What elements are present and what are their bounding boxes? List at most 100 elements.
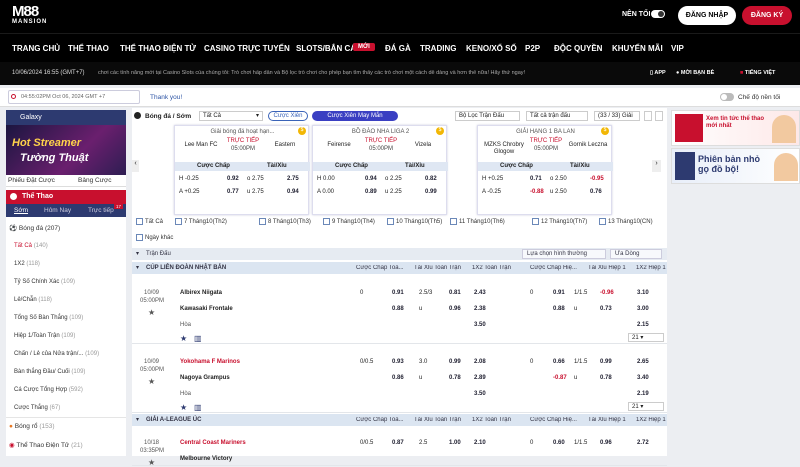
league-count-select[interactable]: (33 / 33) Giải — [594, 111, 640, 121]
nav-esports[interactable]: THỂ THAO ĐIỆN TỬ — [120, 44, 196, 53]
favorite-star-icon[interactable]: ★ — [180, 334, 187, 343]
day-filter[interactable]: 10 Tháng10(Th5) — [387, 216, 442, 227]
nav-promotions[interactable]: KHUYẾN MÃI — [612, 44, 663, 53]
market-select[interactable]: Tất Cả ▾ — [199, 111, 263, 121]
odds-value[interactable]: 0.76 — [590, 189, 602, 195]
odds-value[interactable]: 0.91 — [553, 290, 565, 296]
odds-value[interactable]: 3.40 — [637, 375, 649, 381]
odds-value[interactable]: 0.99 — [425, 189, 437, 195]
odds-value[interactable]: 2.75 — [287, 176, 299, 182]
league-header[interactable]: ▾ GIẢI A-LEAGUE ÚC Cược Chấp Toà... Tài X… — [132, 414, 667, 426]
odds-value[interactable]: 2.72 — [637, 440, 649, 446]
register-button[interactable]: ĐĂNG KÝ — [742, 6, 792, 25]
nav-slots[interactable]: SLOTS/BẮN CÁ — [296, 44, 356, 53]
odds-value[interactable]: 3.00 — [637, 306, 649, 312]
featured-match-card[interactable]: GIẢI HẠNG 1 BA LAN $ MZKS Chrobry Glogow… — [477, 125, 613, 215]
day-filter[interactable]: 9 Tháng10(Th4) — [323, 216, 375, 227]
odds-value[interactable]: 2.65 — [637, 359, 649, 365]
language-select[interactable]: ■ TIẾNG VIỆT — [740, 70, 775, 76]
nav-casino[interactable]: CASINO TRỰC TUYẾN — [204, 44, 290, 53]
odds-value[interactable]: 0.82 — [425, 176, 437, 182]
nav-trading[interactable]: TRADING — [420, 44, 456, 53]
odds-value[interactable]: 0.89 — [365, 189, 377, 195]
dark-mode-toggle[interactable] — [651, 10, 665, 18]
market-item[interactable]: Tất Cả (140) — [14, 243, 48, 249]
nav-home[interactable]: TRANG CHỦ — [12, 44, 60, 53]
market-item[interactable]: Chấn / Lẻ của Nửa trận/... (109) — [14, 351, 99, 357]
odds-value[interactable]: -0.95 — [590, 176, 604, 182]
favorite-star-icon[interactable]: ★ — [148, 458, 155, 467]
sport-soccer[interactable]: ⚽ Bóng đá (207) — [9, 224, 60, 232]
day-filter[interactable]: 8 Tháng10(Th3) — [259, 216, 311, 227]
odds-value[interactable]: 3.50 — [474, 391, 486, 397]
market-item[interactable]: Cá Cược Tổng Hợp (592) — [14, 387, 83, 393]
night-mode-toggle[interactable] — [720, 93, 734, 101]
refer-link[interactable]: ● MỜI BẠN BÈ — [676, 70, 714, 76]
logo[interactable]: M88 MANSION — [12, 4, 52, 29]
odds-value[interactable]: 2.38 — [474, 306, 486, 312]
market-item[interactable]: Lẻ/Chẵn (118) — [14, 297, 52, 303]
nav-cockfight[interactable]: ĐÁ GÀ — [385, 44, 411, 53]
odds-value[interactable]: 2.10 — [474, 440, 486, 446]
odds-value[interactable]: 0.94 — [365, 176, 377, 182]
tab-live[interactable]: Trực tiếp — [88, 207, 114, 214]
odds-value[interactable]: 0.60 — [553, 440, 565, 446]
day-filter[interactable]: 13 Tháng10(CN) — [599, 216, 653, 227]
odds-value[interactable]: 1.00 — [449, 440, 461, 446]
odds-value[interactable]: 0.86 — [392, 375, 404, 381]
tab-bet-table[interactable]: Bảng Cược — [78, 177, 112, 184]
galaxy-header[interactable]: Galaxy — [6, 110, 126, 125]
market-item[interactable]: Tỷ Số Chính Xác (109) — [14, 279, 75, 285]
odds-value[interactable]: 0.96 — [449, 306, 461, 312]
nav-sports[interactable]: THỂ THAO — [68, 44, 109, 53]
day-filter[interactable]: 7 Tháng10(Th2) — [175, 216, 227, 227]
tab-today[interactable]: Hôm Nay — [44, 207, 71, 214]
news-ad[interactable]: Xem tin tức thể thao mới nhất — [671, 110, 800, 146]
odds-value[interactable]: -0.87 — [553, 375, 567, 381]
day-filter[interactable]: 11 Tháng10(Th6) — [450, 216, 505, 227]
favorite-star-icon[interactable]: ★ — [148, 308, 155, 317]
odds-value[interactable]: 0.77 — [227, 189, 239, 195]
odds-value[interactable]: 0.81 — [449, 290, 461, 296]
nav-exclusive[interactable]: ĐỘC QUYỀN — [554, 44, 602, 53]
market-item[interactable]: Hiệp 1/Toàn Trận (109) — [14, 333, 75, 339]
more-markets-select[interactable]: 21 ▾ — [628, 333, 664, 342]
day-filter[interactable]: 12 Tháng10(Th7) — [532, 216, 587, 227]
stats-icon[interactable]: ▥ — [194, 403, 202, 412]
favorite-star-icon[interactable]: ★ — [180, 403, 187, 412]
matches-select[interactable]: Tất cả trận đấu — [526, 111, 588, 121]
odds-value[interactable]: 0.78 — [449, 375, 461, 381]
odds-value[interactable]: 2.89 — [474, 375, 486, 381]
match-filter-select[interactable]: Bộ Lọc Trận Đấu — [455, 111, 520, 121]
market-item[interactable]: Cược Thắng (67) — [14, 405, 60, 411]
odds-value[interactable]: 2.43 — [474, 290, 486, 296]
odds-value[interactable]: 0.87 — [392, 440, 404, 446]
nav-p2p[interactable]: P2P — [525, 44, 540, 53]
market-item[interactable]: Bàn thắng Đầu/ Cuối (109) — [14, 369, 85, 375]
carousel-prev-button[interactable]: ‹ — [132, 160, 139, 172]
tab-betslip[interactable]: Phiếu Đặt Cược — [8, 177, 55, 184]
mobile-ad[interactable]: Phiên bản nhỏ gọ đồ bộ! — [671, 148, 800, 184]
collapse-icon[interactable]: ▾ — [136, 250, 139, 257]
odds-value[interactable]: 0.99 — [600, 359, 612, 365]
odds-value[interactable]: 0.93 — [392, 359, 404, 365]
sort-select[interactable]: Lựa chọn hình thường — [522, 249, 606, 259]
odds-value[interactable]: -0.88 — [530, 189, 544, 195]
market-item[interactable]: Tổng Số Bàn Thắng (109) — [14, 315, 83, 321]
odds-value[interactable]: 2.08 — [474, 359, 486, 365]
more-markets-select[interactable]: 21 ▾ — [628, 402, 664, 411]
market-item[interactable]: 1X2 (118) — [14, 261, 40, 267]
odds-value[interactable]: 0.73 — [600, 306, 612, 312]
odds-value[interactable]: 0.78 — [600, 375, 612, 381]
login-button[interactable]: ĐĂNG NHẬP — [678, 6, 736, 25]
odds-value[interactable]: 0.91 — [392, 290, 404, 296]
odds-value[interactable]: 0.88 — [553, 306, 565, 312]
favorite-star-icon[interactable]: ★ — [148, 377, 155, 386]
parlay-button[interactable]: Cược Xiên — [268, 111, 308, 121]
lucky-parlay-button[interactable]: Cược Xiên May Mắn — [312, 111, 398, 121]
odds-value[interactable]: 0.99 — [449, 359, 461, 365]
view-select[interactable]: Ưa Dòng — [610, 249, 662, 259]
nav-keno[interactable]: KENO/XỔ SỐ — [466, 44, 517, 53]
featured-match-card[interactable]: Giải bóng đá hoạt hạn... $ Lee Man FC TR… — [174, 125, 310, 215]
league-header[interactable]: ▾ CÚP LIÊN ĐOÀN NHẬT BẢN Cược Chấp Toà..… — [132, 262, 667, 274]
